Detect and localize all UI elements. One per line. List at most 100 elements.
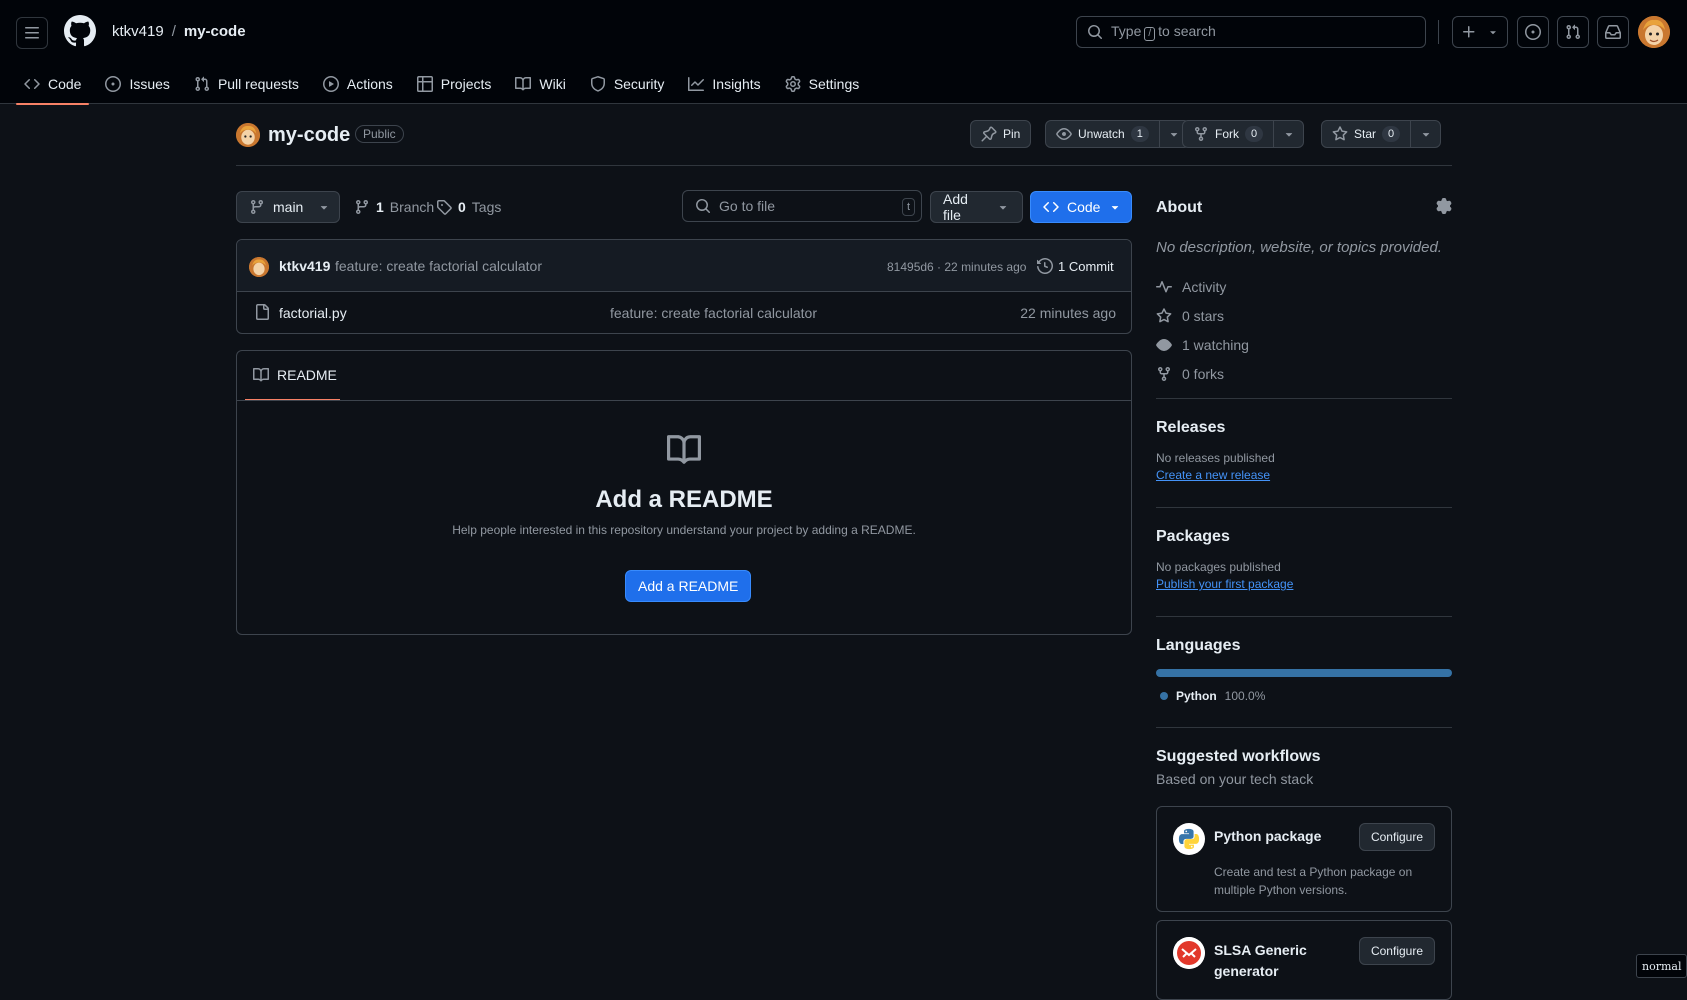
gear-icon[interactable] (1436, 198, 1452, 214)
tab-settings[interactable]: Settings (777, 64, 868, 104)
github-logo-icon[interactable] (64, 15, 96, 47)
language-color-dot (1160, 692, 1168, 700)
tab-label: Code (48, 76, 82, 92)
stars-link[interactable]: 0 stars (1156, 301, 1452, 330)
star-label: Star (1354, 127, 1377, 141)
stat-label: 0 stars (1182, 307, 1225, 324)
tab-projects[interactable]: Projects (409, 64, 500, 104)
star-icon (1332, 126, 1348, 142)
tab-wiki[interactable]: Wiki (507, 64, 573, 104)
menu-button[interactable] (16, 17, 48, 49)
suggested-workflows-section: Suggested workflows Based on your tech s… (1156, 748, 1452, 787)
tab-issues[interactable]: Issues (97, 64, 177, 104)
issues-button[interactable] (1517, 16, 1549, 48)
code-button[interactable]: Code (1030, 191, 1132, 223)
table-row[interactable]: factorial.py feature: create factorial c… (237, 292, 1131, 333)
add-file-button[interactable]: Add file (930, 191, 1023, 223)
breadcrumb: ktkv419 / my-code (112, 23, 246, 40)
create-release-link[interactable]: Create a new release (1156, 468, 1452, 482)
breadcrumb-separator: / (171, 23, 176, 40)
triangle-down-icon (996, 200, 1010, 214)
tab-code[interactable]: Code (16, 64, 90, 105)
repo-nav-tabs: Code Issues Pull requests Actions Projec… (16, 64, 875, 105)
tags-link[interactable]: 0 Tags (436, 199, 501, 215)
book-icon (515, 76, 532, 92)
triangle-down-icon (1419, 127, 1433, 141)
repo-title[interactable]: my-code (268, 124, 350, 147)
configure-button[interactable]: Configure (1358, 823, 1435, 851)
packages-text: No packages published (1156, 560, 1281, 574)
add-readme-button[interactable]: Add a README (625, 570, 752, 602)
user-avatar[interactable] (1638, 16, 1670, 48)
sidebar-divider (1156, 616, 1452, 617)
commits-link[interactable]: 1 Commit (1037, 258, 1114, 274)
releases-title[interactable]: Releases (1156, 419, 1452, 437)
readme-description: Help people interested in this repositor… (452, 523, 916, 537)
publish-package-link[interactable]: Publish your first package (1156, 577, 1452, 591)
commit-hash-time[interactable]: 81495d6 · 22 minutes ago (887, 260, 1026, 274)
commit-author-avatar[interactable] (249, 257, 269, 277)
workflow-card: Python package Configure Create and test… (1156, 806, 1452, 912)
triangle-down-icon (1108, 200, 1122, 214)
star-icon (1156, 307, 1172, 324)
unwatch-button[interactable]: Unwatch 1 (1045, 120, 1190, 148)
breadcrumb-repo[interactable]: my-code (184, 23, 246, 40)
watchers-link[interactable]: 1 watching (1156, 330, 1452, 359)
repo-owner-avatar[interactable] (236, 123, 260, 147)
triangle-down-icon (317, 200, 331, 214)
shield-icon (590, 76, 606, 92)
go-to-file-input[interactable]: Go to file t (682, 190, 922, 222)
pin-icon (981, 126, 997, 142)
branch-selector-button[interactable]: main (236, 191, 340, 223)
tab-pull-requests[interactable]: Pull requests (186, 64, 307, 104)
git-pull-request-icon (1565, 24, 1581, 40)
readme-panel: README Add a README Help people interest… (236, 350, 1132, 635)
commit-author[interactable]: ktkv419 (279, 258, 330, 274)
star-count: 0 (1382, 126, 1401, 142)
tab-label: Insights (712, 76, 761, 92)
branches-link[interactable]: 1 Branch (354, 199, 434, 215)
language-bar (1156, 669, 1452, 677)
branch-name: main (273, 199, 304, 215)
commit-message[interactable]: feature: create factorial calculator (335, 258, 542, 274)
configure-button[interactable]: Configure (1358, 937, 1435, 965)
fork-dropdown[interactable] (1273, 121, 1303, 147)
about-description: No description, website, or topics provi… (1156, 239, 1442, 256)
star-dropdown[interactable] (1410, 121, 1440, 147)
forks-link[interactable]: 0 forks (1156, 359, 1452, 388)
issue-opened-icon (1525, 24, 1541, 40)
pull-request-icon (194, 76, 210, 92)
language-legend-item[interactable]: Python 100.0% (1156, 689, 1452, 703)
global-search-input[interactable]: Type / to search (1076, 16, 1426, 48)
tag-icon (436, 199, 452, 215)
tab-actions[interactable]: Actions (315, 64, 401, 104)
star-button[interactable]: Star 0 (1321, 120, 1442, 148)
pin-button[interactable]: Pin (970, 120, 1032, 148)
tag-label: Tags (471, 199, 502, 215)
readme-divider (237, 400, 1131, 401)
header-divider (1438, 20, 1439, 44)
search-prefix: Type (1111, 23, 1142, 39)
packages-title[interactable]: Packages (1156, 528, 1452, 546)
repo-stats: Activity 0 stars 1 watching 0 forks (1156, 272, 1452, 388)
stat-label: 0 forks (1182, 365, 1225, 382)
inbox-button[interactable] (1597, 16, 1629, 48)
search-suffix: to search (1158, 23, 1216, 39)
tab-security[interactable]: Security (582, 64, 673, 104)
file-name[interactable]: factorial.py (279, 305, 347, 321)
fork-button[interactable]: Fork 0 (1182, 120, 1305, 148)
file-commit-message[interactable]: feature: create factorial calculator (610, 305, 817, 321)
tab-label: Wiki (539, 76, 566, 92)
breadcrumb-owner[interactable]: ktkv419 (112, 23, 164, 40)
git-branch-icon (249, 199, 265, 215)
eye-icon (1056, 126, 1072, 142)
packages-section: Packages No packages published Publish y… (1156, 528, 1452, 591)
sidebar-divider (1156, 398, 1452, 399)
tab-insights[interactable]: Insights (680, 64, 768, 104)
readme-tab[interactable]: README (245, 351, 340, 401)
activity-link[interactable]: Activity (1156, 272, 1452, 301)
code-icon (1043, 199, 1059, 215)
pull-requests-button[interactable] (1557, 16, 1589, 48)
tag-count: 0 (458, 199, 466, 215)
create-new-button[interactable] (1452, 16, 1508, 48)
